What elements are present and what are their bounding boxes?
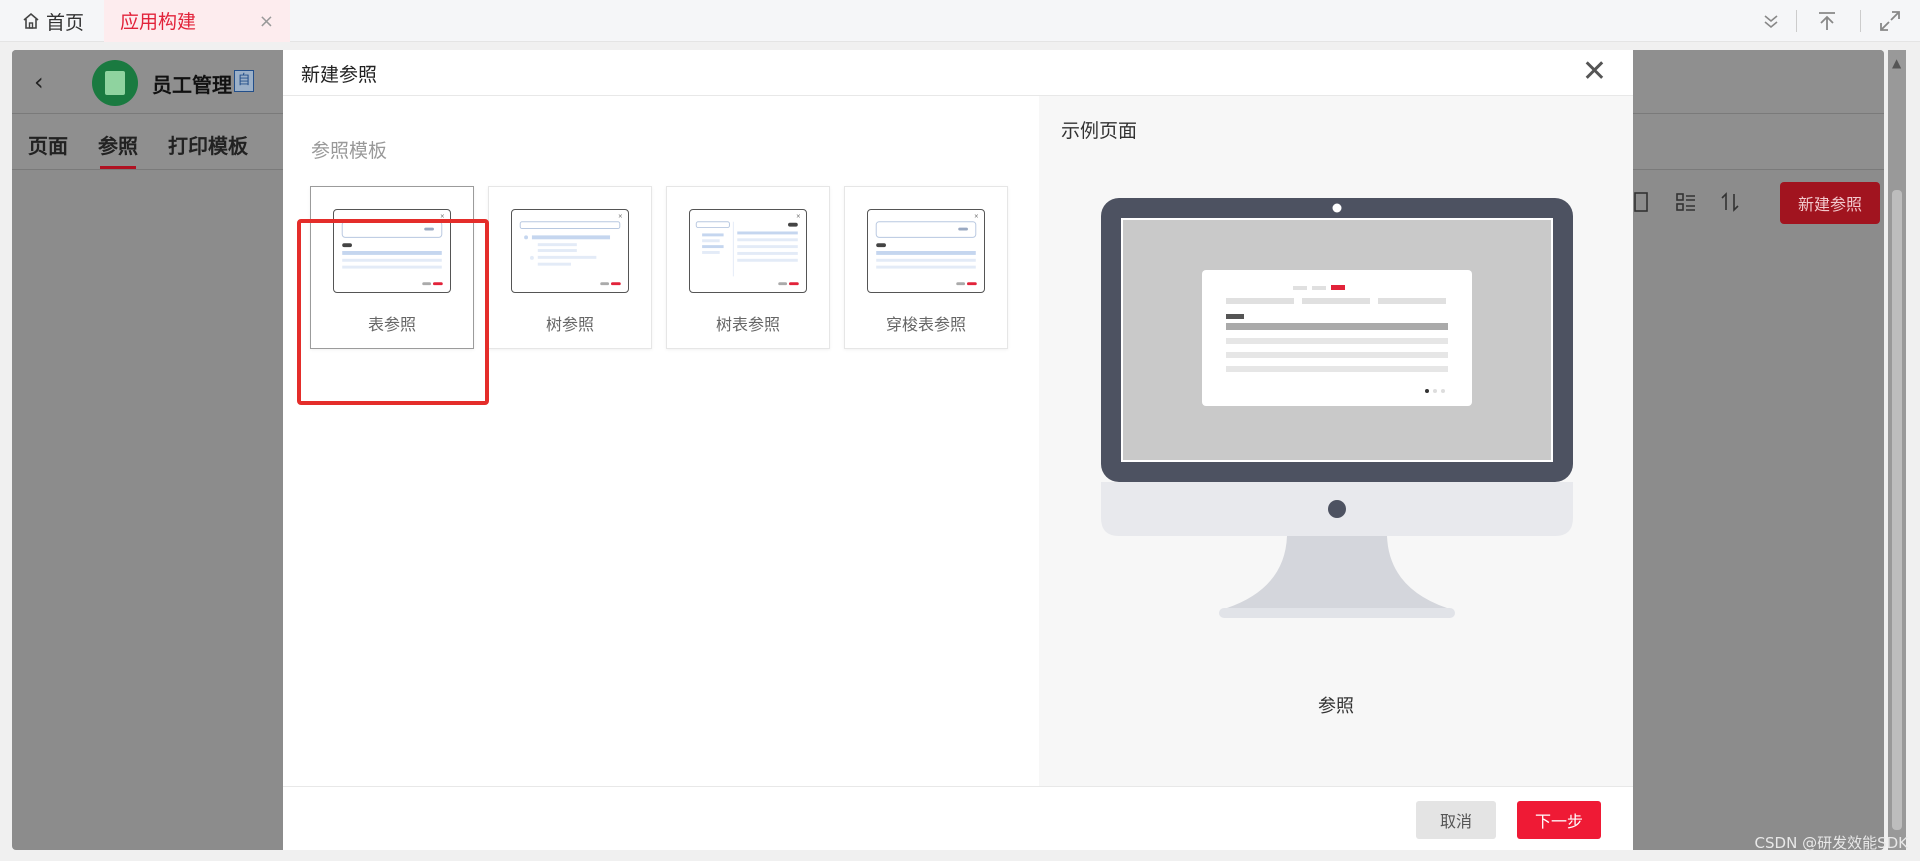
tab-app-builder-label: 应用构建	[120, 10, 197, 33]
template-name: 树参照	[545, 315, 594, 334]
template-name: 树表参照	[715, 315, 780, 334]
home-icon	[23, 12, 39, 29]
toolbar-divider	[1796, 10, 1797, 32]
preview-label: 示例页面	[1061, 120, 1138, 142]
tab-home[interactable]: 首页	[22, 0, 84, 42]
new-reference-dialog: 新建参照 ✕ 参照模板 × 表参照 × 树参照 × 树表参照 × 穿梭表参照 示…	[283, 50, 1633, 850]
chevron-double-down-icon[interactable]	[1762, 8, 1780, 34]
selection-highlight	[297, 219, 489, 405]
upload-icon[interactable]	[1816, 8, 1838, 34]
page-scrollbar[interactable]: ▲	[1888, 50, 1906, 850]
template-card-tree-table[interactable]: × 树表参照	[666, 186, 830, 349]
tab-close-icon[interactable]: ×	[259, 11, 274, 32]
layout-icon[interactable]	[1632, 190, 1656, 214]
top-tab-bar: 首页 应用构建 ×	[0, 0, 1920, 42]
list-view-icon[interactable]	[1674, 190, 1698, 214]
new-reference-button[interactable]: 新建参照	[1780, 182, 1880, 224]
scrollbar-thumb[interactable]	[1892, 190, 1902, 830]
tab-home-label: 首页	[46, 11, 85, 34]
scroll-up-icon[interactable]: ▲	[1892, 56, 1901, 70]
monitor-illustration	[1101, 198, 1573, 618]
app-badge: 自	[234, 70, 254, 92]
sort-icon[interactable]	[1718, 190, 1742, 214]
watermark: CSDN @研发效能SDK	[1754, 834, 1908, 852]
section-label: 参照模板	[311, 140, 388, 162]
nav-reference[interactable]: 参照	[98, 130, 138, 169]
template-name: 穿梭表参照	[885, 315, 966, 334]
toolbar-divider	[1860, 10, 1861, 32]
template-card-tree[interactable]: × 树参照	[488, 186, 652, 349]
fullscreen-icon[interactable]	[1878, 8, 1902, 34]
svg-text:×: ×	[796, 214, 801, 220]
app-title: 员工管理	[152, 73, 232, 97]
nav-pages[interactable]: 页面	[28, 130, 68, 159]
dialog-footer: 取消 下一步	[283, 786, 1633, 850]
tab-app-builder[interactable]: 应用构建 ×	[104, 0, 290, 42]
dialog-header: 新建参照 ✕	[283, 50, 1633, 96]
tree-reference-thumbnail: ×	[511, 209, 629, 293]
next-button[interactable]: 下一步	[1517, 801, 1601, 839]
tree-table-reference-thumbnail: ×	[689, 209, 807, 293]
dialog-title: 新建参照	[301, 64, 378, 86]
template-card-transfer-table[interactable]: × 穿梭表参照	[844, 186, 1008, 349]
preview-pane: 示例页面 参照	[1039, 96, 1633, 786]
cancel-button[interactable]: 取消	[1416, 801, 1496, 839]
back-icon[interactable]: ‹	[34, 68, 44, 96]
document-icon	[105, 71, 125, 95]
svg-text:×: ×	[618, 214, 623, 220]
transfer-table-reference-thumbnail: ×	[867, 209, 985, 293]
svg-text:×: ×	[974, 214, 979, 220]
app-icon	[92, 60, 138, 106]
close-icon[interactable]: ✕	[1582, 54, 1607, 90]
nav-print-template[interactable]: 打印模板	[168, 130, 248, 159]
preview-caption: 参照	[1318, 696, 1354, 717]
template-pane: 参照模板 × 表参照 × 树参照 × 树表参照 × 穿梭表参照	[283, 96, 1039, 786]
